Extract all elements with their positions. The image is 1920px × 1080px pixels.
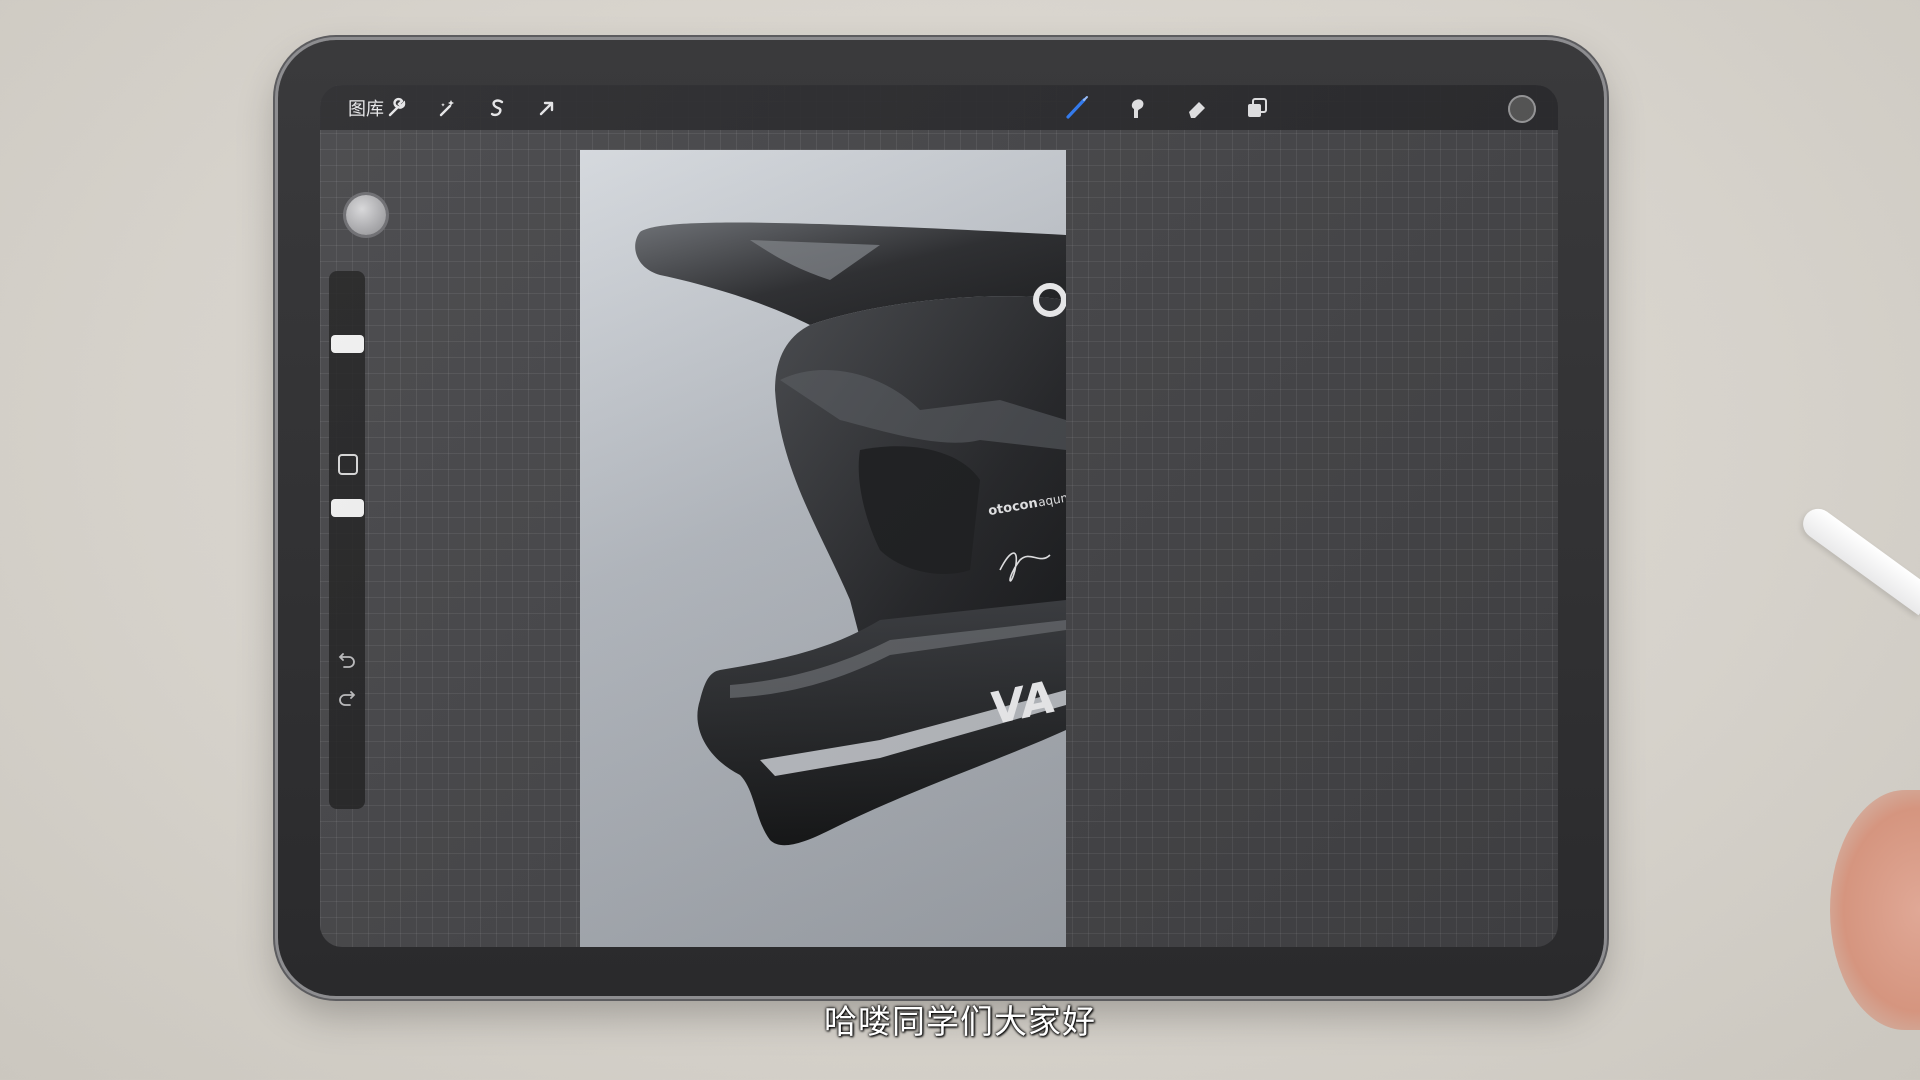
redo-icon[interactable] [338,691,356,709]
hand [1830,790,1920,1030]
modify-button[interactable] [338,454,358,475]
smudge-icon[interactable] [1124,95,1150,121]
quick-menu-button[interactable] [346,195,386,235]
eraser-icon[interactable] [1184,95,1210,121]
gallery-button[interactable]: 图库 [348,95,384,121]
transform-arrow-icon[interactable] [534,95,560,121]
color-circle[interactable] [1508,95,1536,123]
helmet-illustration [635,222,1066,846]
undo-icon[interactable] [338,653,356,671]
apple-pencil [1797,502,1920,616]
brush-size-slider[interactable] [331,335,364,353]
procreate-screen: 图库 otocon aqun VA [320,85,1558,947]
layers-icon[interactable] [1244,95,1270,121]
drawing-canvas[interactable]: otocon aqun VA [580,150,1066,947]
selection-icon[interactable] [484,95,510,121]
brush-icon[interactable] [1064,95,1090,121]
video-subtitle: 哈喽同学们大家好 [824,1002,1096,1041]
opacity-slider[interactable] [331,499,364,517]
top-toolbar: 图库 [320,85,1558,130]
magic-wand-icon[interactable] [434,95,460,121]
side-bar [329,271,365,809]
wrench-icon[interactable] [384,95,410,121]
ipad-frame: 图库 otocon aqun VA [278,40,1604,996]
